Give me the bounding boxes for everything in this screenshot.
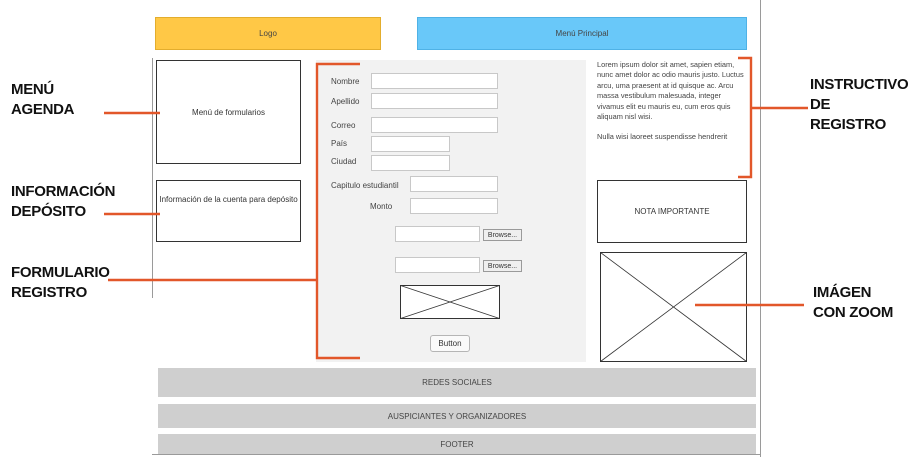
annotation-connectors bbox=[104, 56, 808, 360]
annotation-deposit-info: INFORMACIÓN DEPÓSITO bbox=[11, 183, 116, 220]
annotation-zoom-image: IMÁGEN CON ZOOM bbox=[813, 284, 894, 321]
annotation-form-register: FORMULARIO REGISTRO bbox=[11, 264, 110, 301]
form-bracket bbox=[315, 62, 360, 360]
instructions-bracket bbox=[738, 56, 753, 179]
annotation-menu-agenda: MENÚ AGENDA bbox=[11, 81, 75, 118]
annotation-instructions: INSTRUCTIVO DE REGISTRO bbox=[810, 76, 909, 133]
